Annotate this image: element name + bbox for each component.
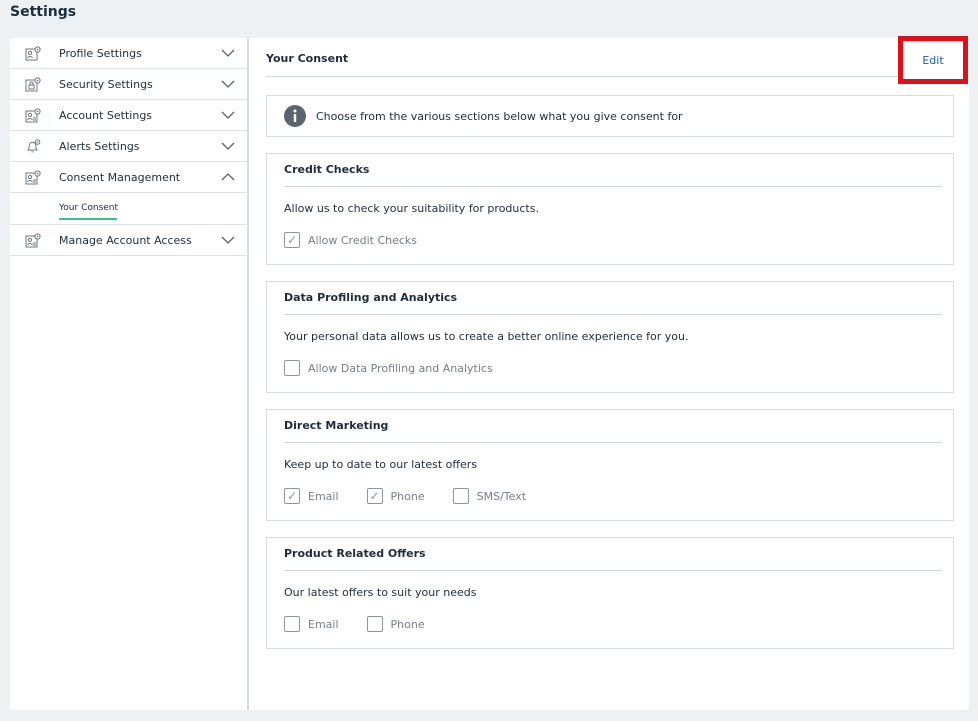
divider	[284, 442, 942, 443]
sidebar-item-label: Profile Settings	[59, 46, 142, 60]
checkbox-label: SMS/Text	[476, 489, 527, 503]
chevron-down-icon[interactable]	[221, 110, 235, 120]
sidebar-subitem-your-consent[interactable]: Your Consent	[10, 193, 247, 225]
checkbox-label: Allow Data Profiling and Analytics	[308, 361, 493, 375]
chevron-up-icon[interactable]	[221, 172, 235, 182]
divider	[284, 314, 942, 315]
profile-settings-icon	[25, 46, 41, 61]
account-access-icon	[25, 233, 41, 248]
sidebar-item-label: Consent Management	[59, 170, 181, 184]
section-title: Data Profiling and Analytics	[284, 291, 458, 304]
checkbox-row: Allow Data Profiling and Analytics	[284, 360, 521, 376]
chevron-down-icon[interactable]	[221, 79, 235, 89]
checkbox-offers-email[interactable]: Email	[284, 616, 339, 632]
checkbox-label: Allow Credit Checks	[308, 233, 418, 247]
sidebar-item-security-settings[interactable]: Security Settings	[10, 69, 247, 100]
account-settings-icon	[25, 108, 41, 123]
sidebar-item-label: Alerts Settings	[59, 139, 140, 153]
checkbox-label: Email	[308, 489, 339, 503]
info-banner: Choose from the various sections below w…	[266, 95, 954, 137]
section-data-profiling: Data Profiling and Analytics Your person…	[266, 281, 954, 393]
sidebar-item-manage-account-access[interactable]: Manage Account Access	[10, 225, 247, 256]
checkbox-allow-credit-checks[interactable]: ✓ Allow Credit Checks	[284, 232, 417, 248]
checkbox-marketing-email[interactable]: ✓ Email	[284, 488, 339, 504]
section-direct-marketing: Direct Marketing Keep up to date to our …	[266, 409, 954, 521]
section-description: Keep up to date to our latest offers	[284, 458, 477, 471]
section-description: Our latest offers to suit your needs	[284, 586, 477, 599]
info-text: Choose from the various sections below w…	[316, 109, 683, 123]
page-title: Settings	[10, 4, 77, 20]
checkbox-label: Phone	[390, 489, 425, 503]
checkbox-allow-data-profiling[interactable]: Allow Data Profiling and Analytics	[284, 360, 493, 376]
checkbox-row: Email Phone	[284, 616, 453, 632]
checkbox-row: ✓ Allow Credit Checks	[284, 232, 445, 248]
edit-button[interactable]: Edit	[898, 36, 968, 84]
sidebar-item-label: Manage Account Access	[59, 233, 192, 247]
sidebar-item-account-settings[interactable]: Account Settings	[10, 100, 247, 131]
divider	[284, 186, 942, 187]
checkbox-box[interactable]: ✓	[366, 488, 383, 504]
divider	[266, 76, 916, 77]
section-credit-checks: Credit Checks Allow us to check your sui…	[266, 153, 954, 265]
section-title: Direct Marketing	[284, 419, 389, 432]
section-title: Credit Checks	[284, 163, 370, 176]
checkbox-box[interactable]	[452, 488, 469, 504]
checkbox-row: ✓ Email ✓ Phone SMS/Text	[284, 488, 554, 504]
security-settings-icon	[25, 77, 41, 92]
sidebar-item-consent-management[interactable]: Consent Management	[10, 162, 247, 193]
sidebar-item-profile-settings[interactable]: Profile Settings	[10, 38, 247, 69]
checkbox-label: Email	[308, 617, 339, 631]
checkbox-box[interactable]	[284, 360, 300, 376]
checkbox-marketing-phone[interactable]: ✓ Phone	[366, 488, 425, 504]
sidebar-item-alerts-settings[interactable]: Alerts Settings	[10, 131, 247, 162]
consent-content: Your Consent Edit Choose from the variou…	[251, 36, 969, 710]
bell-icon	[26, 139, 41, 153]
sidebar-item-label: Security Settings	[59, 77, 153, 91]
sidebar-item-label: Account Settings	[59, 108, 153, 122]
checkbox-label: Phone	[390, 617, 425, 631]
content-title: Your Consent	[266, 52, 349, 65]
checkbox-box[interactable]: ✓	[284, 488, 300, 504]
sidebar-subitem-label: Your Consent	[59, 203, 118, 220]
info-icon	[284, 105, 306, 127]
chevron-down-icon[interactable]	[221, 235, 235, 245]
sidebar: Profile Settings Security Settings Accou…	[10, 38, 249, 710]
section-product-offers: Product Related Offers Our latest offers…	[266, 537, 954, 649]
checkbox-box[interactable]	[284, 616, 300, 632]
checkbox-box[interactable]: ✓	[284, 232, 300, 248]
divider	[284, 570, 942, 571]
checkbox-marketing-sms[interactable]: SMS/Text	[452, 488, 527, 504]
consent-management-icon	[25, 170, 41, 185]
chevron-down-icon[interactable]	[221, 48, 235, 58]
checkbox-offers-phone[interactable]: Phone	[366, 616, 425, 632]
section-title: Product Related Offers	[284, 547, 426, 560]
checkbox-box[interactable]	[366, 616, 383, 632]
settings-panel: Profile Settings Security Settings Accou…	[10, 36, 969, 710]
chevron-down-icon[interactable]	[221, 141, 235, 151]
section-description: Allow us to check your suitability for p…	[284, 202, 539, 215]
section-description: Your personal data allows us to create a…	[284, 330, 689, 343]
